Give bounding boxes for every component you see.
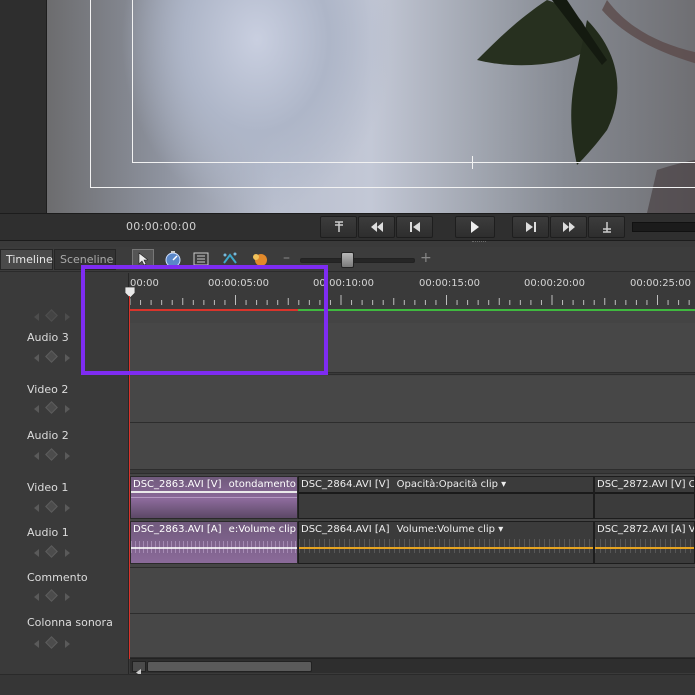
clip-label: DSC_2863.AVI [A] e:Volume clip ▾	[133, 524, 296, 535]
fast-forward-button[interactable]	[550, 216, 587, 238]
clip-audio[interactable]: DSC_2864.AVI [A] Volume:Volume clip ▾	[298, 521, 594, 564]
zoom-out-button[interactable]: –	[283, 250, 290, 266]
fast-forward-icon	[562, 222, 575, 232]
clip-video[interactable]: DSC_2872.AVI [V] O	[594, 476, 695, 519]
zoom-slider-thumb[interactable]	[341, 252, 354, 268]
zoom-slider-track[interactable]	[300, 258, 415, 263]
step-back-button[interactable]	[396, 216, 433, 238]
monitor-side-panel	[0, 0, 47, 213]
keyframe-nav[interactable]	[34, 350, 70, 363]
keyframe-nav[interactable]	[34, 636, 70, 649]
track-header-colonna-sonora[interactable]: Colonna sonora	[0, 611, 129, 657]
transport-bar: 00:00:00:00	[0, 213, 695, 241]
goto-in-button[interactable]	[320, 216, 357, 238]
track-name: Commento	[27, 571, 88, 584]
arrow-cursor-icon	[138, 252, 148, 266]
track-name: Audio 3	[27, 331, 69, 344]
zoom-in-button[interactable]: +	[420, 250, 432, 266]
clip-label: DSC_2863.AVI [V] otondamento ▾	[133, 479, 296, 490]
highlight-box	[81, 265, 328, 375]
track-header-video-2[interactable]: Video 2	[0, 377, 129, 423]
keyframe-nav[interactable]	[34, 500, 70, 513]
track-video-2[interactable]	[130, 376, 695, 423]
track-header-video-1[interactable]: Video 1	[0, 476, 129, 522]
track-header-commento[interactable]: Commento	[0, 566, 129, 612]
goto-out-button[interactable]	[588, 216, 625, 238]
clip-label: DSC_2872.AVI [V] O	[597, 479, 694, 490]
step-back-icon	[409, 222, 420, 232]
track-header-audio-2[interactable]: Audio 2	[0, 423, 129, 469]
clip-audio-selected[interactable]: DSC_2863.AVI [A] e:Volume clip ▾	[130, 521, 298, 564]
track-name: Video 1	[27, 481, 69, 494]
ruler-label: 00:00:25:00	[630, 278, 692, 289]
clip-video-selected[interactable]: DSC_2863.AVI [V] otondamento ▾	[130, 476, 298, 519]
preview-scrubber[interactable]	[632, 222, 695, 232]
ruler-label: 00:00:20:00	[524, 278, 586, 289]
video-preview[interactable]	[47, 0, 695, 213]
play-icon	[471, 221, 479, 233]
track-video-1[interactable]: DSC_2863.AVI [V] otondamento ▾ DSC_2864.…	[130, 475, 695, 522]
scroll-left-button[interactable]	[132, 661, 146, 676]
status-bar	[0, 674, 695, 695]
track-name: Audio 1	[27, 526, 69, 539]
keyframe-nav[interactable]	[34, 545, 70, 558]
track-audio-2[interactable]	[130, 423, 695, 470]
keyframe-nav[interactable]	[34, 401, 70, 414]
list-icon	[193, 252, 209, 266]
track-commento[interactable]	[130, 568, 695, 614]
current-timecode[interactable]: 00:00:00:00	[126, 220, 196, 233]
rewind-button[interactable]	[358, 216, 395, 238]
track-colonna-sonora[interactable]	[130, 614, 695, 658]
track-name: Colonna sonora	[27, 616, 113, 629]
track-divider	[130, 470, 695, 474]
clip-audio[interactable]: DSC_2872.AVI [A] Vo	[594, 521, 695, 564]
safe-title-frame	[132, 0, 695, 163]
keyframe-nav[interactable]	[34, 589, 70, 602]
track-name: Video 2	[27, 383, 69, 396]
panel-resize-grip[interactable]	[472, 241, 486, 244]
clip-label: DSC_2872.AVI [A] Vo	[597, 524, 695, 535]
rewind-icon	[370, 222, 383, 232]
scroll-thumb[interactable]	[147, 661, 312, 672]
timeline-horizontal-scrollbar[interactable]	[130, 658, 695, 676]
clip-label: DSC_2864.AVI [A] Volume:Volume clip ▾	[301, 524, 504, 535]
monitor-panel	[0, 0, 695, 213]
clip-video[interactable]: DSC_2864.AVI [V] Opacità:Opacità clip ▾	[298, 476, 594, 519]
keyframe-nav[interactable]	[34, 309, 70, 322]
step-forward-button[interactable]	[512, 216, 549, 238]
goto-out-icon	[602, 222, 611, 233]
track-header-audio-1[interactable]: Audio 1	[0, 521, 129, 567]
track-name: Audio 2	[27, 429, 69, 442]
track-audio-1[interactable]: DSC_2863.AVI [A] e:Volume clip ▾ DSC_286…	[130, 521, 695, 568]
tab-timeline[interactable]: Timeline	[0, 249, 53, 270]
step-forward-icon	[525, 222, 536, 232]
center-mark	[472, 156, 473, 169]
keyframe-nav[interactable]	[34, 448, 70, 461]
clip-label: DSC_2864.AVI [V] Opacità:Opacità clip ▾	[301, 479, 507, 490]
ruler-label: 00:00:15:00	[419, 278, 481, 289]
goto-in-icon	[334, 221, 343, 232]
play-button[interactable]	[455, 216, 495, 238]
